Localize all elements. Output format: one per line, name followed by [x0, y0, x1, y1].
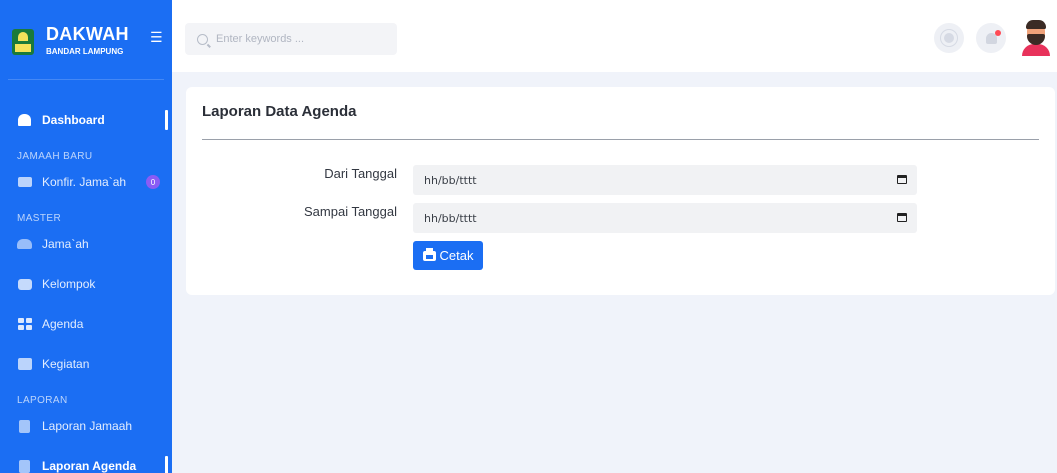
divider [202, 139, 1039, 140]
count-badge: 0 [146, 175, 160, 189]
brand[interactable]: DAKWAH BANDAR LAMPUNG [8, 0, 164, 80]
search-box[interactable] [185, 23, 397, 55]
search-input[interactable] [216, 33, 376, 45]
bell-icon [985, 29, 1001, 44]
sidebar-item-laporan-agenda[interactable]: Laporan Agenda [0, 446, 172, 473]
calendar-icon[interactable] [897, 175, 907, 184]
sidebar-item-kegiatan[interactable]: Kegiatan [0, 344, 172, 384]
sidebar-item-kelompok[interactable]: Kelompok [0, 264, 172, 304]
users-icon [17, 238, 32, 251]
sidebar-item-label: Agenda [42, 317, 84, 331]
sidebar-item-label: Kelompok [42, 277, 96, 291]
page-title: Laporan Data Agenda [202, 103, 357, 120]
sidebar-item-dashboard[interactable]: Dashboard [0, 100, 172, 140]
sidebar-item-label: Konfir. Jama`ah [42, 175, 127, 189]
sidebar: DAKWAH BANDAR LAMPUNG ☰ Dashboard JAMAAH… [0, 0, 172, 473]
home-icon [17, 114, 32, 127]
sidebar-item-label: Kegiatan [42, 357, 90, 371]
sidebar-item-label: Laporan Agenda [42, 459, 137, 473]
grid-icon [17, 318, 32, 331]
section-laporan: LAPORAN [17, 395, 68, 406]
report-card: Laporan Data Agenda Dari Tanggal hh/bb/t… [186, 87, 1055, 295]
sidebar-item-agenda[interactable]: Agenda [0, 304, 172, 344]
from-date-label: Dari Tanggal [324, 166, 397, 181]
from-date-input[interactable]: hh/bb/tttt [413, 165, 917, 195]
top-bar [172, 0, 1057, 72]
document-icon [17, 419, 32, 433]
sidebar-item-konfir-jamaah[interactable]: Konfir. Jama`ah 0 [0, 162, 172, 202]
sun-icon [944, 33, 954, 43]
document-icon [17, 459, 32, 473]
from-date-value: hh/bb/tttt [424, 173, 477, 187]
notification-dot [994, 29, 1001, 36]
mosque-logo-icon [12, 28, 34, 55]
print-button-label: Cetak [439, 248, 474, 263]
theme-toggle-button[interactable] [934, 23, 964, 53]
avatar[interactable] [1020, 20, 1052, 56]
sidebar-item-label: Jama`ah [42, 237, 89, 251]
to-date-input[interactable]: hh/bb/tttt [413, 203, 917, 233]
search-icon [197, 33, 208, 45]
image-icon [17, 358, 32, 371]
to-date-label: Sampai Tanggal [304, 204, 397, 219]
sidebar-toggle-icon[interactable]: ☰ [150, 29, 163, 46]
notification-button[interactable] [976, 23, 1006, 53]
section-master: MASTER [17, 213, 62, 224]
mail-icon [17, 176, 32, 189]
sidebar-item-laporan-jamaah[interactable]: Laporan Jamaah [0, 406, 172, 446]
brand-subtitle: BANDAR LAMPUNG [46, 46, 124, 56]
printer-icon [422, 247, 436, 261]
sidebar-item-label: Dashboard [42, 113, 105, 127]
print-button[interactable]: Cetak [413, 241, 483, 270]
brand-title: DAKWAH [46, 23, 129, 44]
section-jamaah-baru: JAMAAH BARU [17, 151, 93, 162]
calendar-icon[interactable] [897, 213, 907, 222]
sidebar-item-jamaah[interactable]: Jama`ah [0, 224, 172, 264]
sidebar-item-label: Laporan Jamaah [42, 419, 133, 433]
to-date-value: hh/bb/tttt [424, 211, 477, 225]
sidebar-nav: Dashboard JAMAAH BARU Konfir. Jama`ah 0 … [0, 80, 172, 473]
folder-icon [17, 278, 32, 291]
